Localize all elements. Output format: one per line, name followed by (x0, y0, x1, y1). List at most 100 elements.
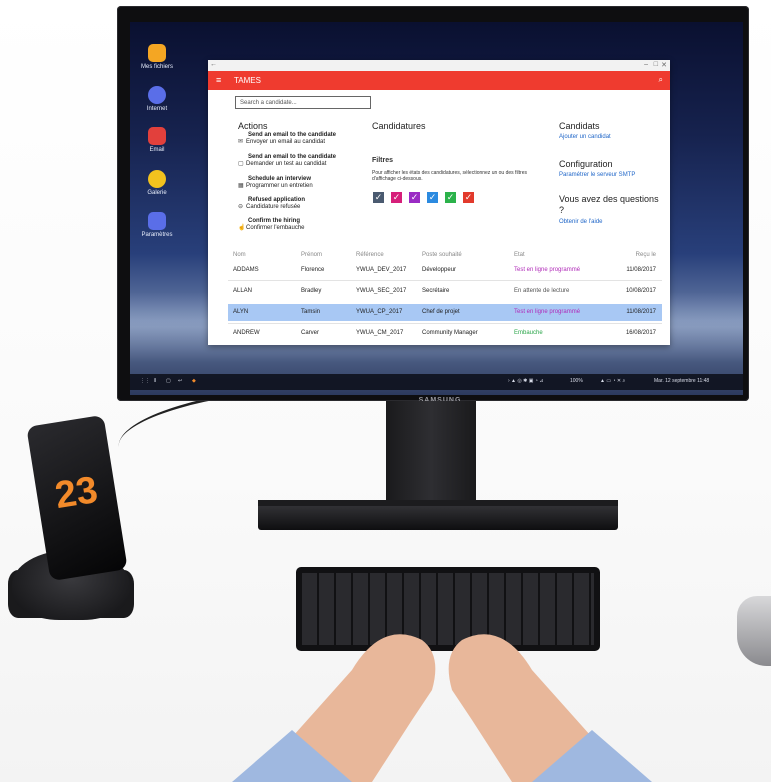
col-header-date[interactable]: Reçu le (636, 249, 656, 261)
action-subtitle: Demander un test au candidat (246, 161, 327, 167)
monitor-stand-base (258, 500, 618, 530)
search-input[interactable]: Search a candidate... (235, 96, 371, 109)
desktop-icon-internet[interactable]: Internet (140, 86, 174, 112)
desktop-icon-label: Internet (146, 106, 168, 112)
cell-date: 11/08/2017 (626, 309, 656, 315)
tray-icons: › ▲ ◎ ✱ ▣ ◔ ⊿ (508, 378, 544, 384)
filters-text: Pour afficher les états des candidatures… (372, 170, 527, 182)
app-bar: ≡ TAMES ⌕ (208, 71, 670, 90)
cell-etat: Test en ligne programmé (514, 267, 581, 273)
taskbar: ⋮⋮ ⫴ ▢ ↩ ◆ › ▲ ◎ ✱ ▣ ◔ ⊿ 100% ▲ ▭ ◔ ✕ ⌕ … (130, 374, 743, 390)
action-subtitle: Confirmer l'embauche (246, 225, 305, 231)
desk-scene: Mes fichiers Internet Email Galerie Para… (0, 0, 771, 782)
app-window: ← – □ ✕ ≡ TAMES ⌕ Search a candidate... … (208, 60, 670, 345)
filter-checkbox-1[interactable]: ✓ (373, 192, 384, 203)
table-header: Nom Prénom Référence Poste souhaité Etat… (228, 249, 662, 261)
cell-nom: ALYN (233, 309, 249, 315)
desktop-icon-gallery[interactable]: Galerie (140, 170, 174, 196)
test-icon: ▢ (238, 161, 244, 167)
recent-apps-icon[interactable]: ⫴ (154, 378, 156, 384)
desktop-icon-files[interactable]: Mes fichiers (140, 44, 174, 70)
minimize-button[interactable]: – (644, 61, 648, 68)
col-header-reference[interactable]: Référence (356, 249, 384, 261)
cell-prenom: Florence (301, 267, 325, 273)
candidatures-heading: Candidatures (372, 121, 426, 131)
settings-icon (148, 212, 166, 230)
tames-app-icon[interactable]: ◆ (192, 378, 196, 384)
refuse-icon: ⊖ (238, 204, 244, 210)
cell-reference: YWUA_DEV_2017 (356, 267, 407, 273)
cell-date: 11/08/2017 (626, 267, 656, 273)
desktop-icon-label: Paramètres (141, 232, 173, 238)
gallery-icon (148, 170, 166, 188)
filter-checkbox-2[interactable]: ✓ (391, 192, 402, 203)
desktop-icon-settings[interactable]: Paramètres (140, 212, 174, 238)
col-header-prenom[interactable]: Prénom (301, 249, 322, 261)
folder-icon (148, 44, 166, 62)
action-title: Confirm the hiring (248, 218, 300, 224)
monitor-stand-neck (386, 401, 476, 501)
stand-edge (258, 500, 618, 506)
mouse (737, 596, 771, 666)
table-row[interactable]: ANDREW Carver YWUA_CM_2017 Community Man… (228, 325, 662, 342)
action-request-test[interactable]: Send an email to the candidate ▢ Demander… (238, 154, 336, 168)
candidats-heading: Candidats (559, 121, 600, 131)
maximize-button[interactable]: □ (654, 61, 658, 68)
desktop-icon-label: Galerie (147, 190, 167, 196)
cell-nom: ALLAN (233, 288, 253, 294)
action-title: Send an email to the candidate (248, 154, 337, 160)
action-subtitle: Programmer un entretien (246, 183, 313, 189)
table-row[interactable]: ALYN Tamsin YWUA_CP_2017 Chef de projet … (228, 304, 662, 321)
cell-prenom: Tamsin (301, 309, 321, 315)
hamburger-menu-icon[interactable]: ≡ (216, 75, 221, 85)
desktop-icon-label: Mes fichiers (140, 64, 173, 70)
email-icon (148, 127, 166, 145)
help-link[interactable]: Obtenir de l'aide (559, 219, 603, 225)
col-header-poste[interactable]: Poste souhaité (422, 249, 462, 261)
search-icon[interactable]: ⌕ (659, 75, 663, 85)
back-nav-icon[interactable]: ↩ (178, 378, 182, 384)
action-refuse[interactable]: Refused application ⊖ Candidature refusée (238, 197, 305, 211)
col-header-nom[interactable]: Nom (233, 249, 246, 261)
filter-checkbox-4[interactable]: ✓ (427, 192, 438, 203)
cell-poste: Secrétaire (422, 288, 450, 294)
cell-nom: ADDAMS (233, 267, 259, 273)
action-subtitle: Envoyer un email au candidat (246, 139, 326, 145)
thumb-up-icon: ☝ (238, 225, 246, 231)
desktop-icon-email[interactable]: Email (140, 127, 174, 153)
filter-checkbox-3[interactable]: ✓ (409, 192, 420, 203)
cell-date: 16/08/2017 (625, 330, 656, 336)
back-icon[interactable]: ← (210, 61, 217, 68)
col-header-etat[interactable]: Etat (514, 249, 525, 261)
smtp-config-link[interactable]: Paramétrer le serveur SMTP (559, 172, 635, 178)
close-button[interactable]: ✕ (661, 61, 667, 69)
mail-icon: ✉ (238, 139, 244, 145)
filters-heading: Filtres (372, 157, 394, 164)
filter-checkbox-6[interactable]: ✓ (463, 192, 474, 203)
actions-heading: Actions (238, 121, 268, 131)
cell-poste: Community Manager (422, 330, 478, 336)
cell-etat: En attente de lecture (514, 288, 570, 294)
filter-checkbox-5[interactable]: ✓ (445, 192, 456, 203)
phone-logo: 23 (52, 468, 101, 518)
action-title: Schedule an interview (248, 176, 312, 182)
desktop-icon-label: Email (149, 147, 165, 153)
typing-hands (232, 634, 652, 782)
cell-prenom: Bradley (301, 288, 322, 294)
cell-date: 10/08/2017 (625, 288, 656, 294)
action-schedule-interview[interactable]: Schedule an interview ▦ Programmer un ent… (238, 176, 313, 190)
apps-grid-icon[interactable]: ⋮⋮ (140, 378, 150, 384)
action-subtitle: Candidature refusée (246, 204, 301, 210)
cell-poste: Chef de projet (422, 309, 460, 315)
action-confirm-hiring[interactable]: Confirm the hiring ☝Confirmer l'embauche (238, 218, 305, 232)
home-icon[interactable]: ▢ (166, 378, 171, 384)
table-row[interactable]: ADDAMS Florence YWUA_DEV_2017 Développeu… (228, 262, 662, 279)
cell-etat: Embauche (514, 330, 543, 336)
cell-reference: YWUA_CP_2017 (356, 309, 403, 315)
add-candidate-link[interactable]: Ajouter un candidat (559, 134, 611, 140)
table-row[interactable]: ALLAN Bradley YWUA_SEC_2017 Secrétaire E… (228, 283, 662, 300)
action-send-email[interactable]: Send an email to the candidate ✉ Envoyer … (238, 132, 336, 146)
internet-icon (148, 86, 166, 104)
row-divider (228, 323, 662, 324)
cell-prenom: Carver (301, 330, 320, 336)
